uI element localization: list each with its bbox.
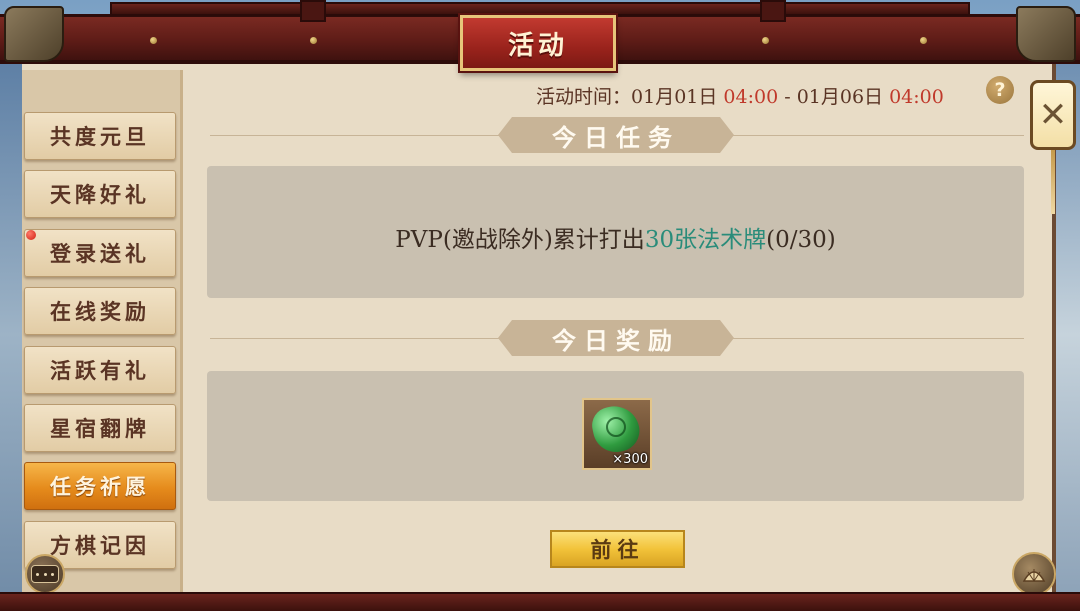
sidebar-item-label: 星宿翻牌 <box>50 416 150 441</box>
frame-post <box>760 0 786 22</box>
task-section-header: 今日任务 <box>498 117 734 153</box>
task-progress: (0/30) <box>766 227 836 253</box>
jade-mark <box>606 417 626 437</box>
chat-button[interactable] <box>25 554 65 594</box>
sidebar-item-star-flip[interactable]: 星宿翻牌 <box>24 404 176 452</box>
lantern-tassel <box>1051 150 1055 214</box>
task-header-label: 今日任务 <box>552 122 680 152</box>
sidebar-item-label: 登录送礼 <box>50 241 150 266</box>
bottom-frame <box>0 592 1080 611</box>
sidebar-item-online-reward[interactable]: 在线奖励 <box>24 287 176 335</box>
frame-stud <box>150 37 157 44</box>
end-date: 01月06日 <box>796 86 884 108</box>
go-button[interactable]: 前往 <box>550 530 685 568</box>
chat-icon <box>31 565 59 583</box>
title-plaque: 活动 <box>460 15 616 71</box>
sidebar-item-gift-drop[interactable]: 天降好礼 <box>24 170 176 218</box>
sidebar-item-label: 天降好礼 <box>50 182 150 207</box>
frame-post <box>300 0 326 22</box>
go-button-label: 前往 <box>590 537 645 562</box>
sidebar-item-label: 任务祈愿 <box>50 474 150 499</box>
page-title: 活动 <box>507 30 568 61</box>
task-text-prefix: PVP(邀战除外)累计打出 <box>395 227 645 253</box>
task-text-highlight: 30张法术牌 <box>644 227 767 253</box>
fan-icon <box>1022 569 1046 582</box>
sidebar-item-label: 在线奖励 <box>50 299 150 324</box>
task-description: PVP(邀战除外)累计打出30张法术牌(0/30) <box>207 220 1024 254</box>
notification-dot <box>26 230 36 240</box>
frame-stud <box>310 37 317 44</box>
time-separator: - <box>778 86 797 108</box>
sidebar-item-new-year[interactable]: 共度元旦 <box>24 112 176 160</box>
reward-header-label: 今日奖励 <box>552 325 680 355</box>
top-rail <box>110 2 970 16</box>
frame-corner-left <box>4 6 64 62</box>
reward-item[interactable]: ×300 <box>582 398 652 470</box>
sidebar-item-label: 活跃有礼 <box>50 358 150 383</box>
frame-stud <box>920 37 927 44</box>
close-icon: ✕ <box>1038 95 1068 135</box>
start-date: 01月01日 <box>631 86 718 108</box>
activity-time: 活动时间：01月01日 04:00 - 01月06日 04:00 <box>536 82 944 108</box>
frame-stud <box>762 37 769 44</box>
close-button[interactable]: ✕ <box>1030 80 1076 150</box>
sidebar-item-login-gift[interactable]: 登录送礼 <box>24 229 176 277</box>
help-button[interactable]: ? <box>986 76 1014 104</box>
question-icon: ? <box>994 79 1006 101</box>
time-label: 活动时间： <box>536 86 632 108</box>
menu-button[interactable] <box>1012 552 1056 596</box>
end-time: 04:00 <box>889 86 944 108</box>
sidebar-item-label: 方棋记因 <box>50 533 150 558</box>
frame-corner-right <box>1016 6 1076 62</box>
reward-section-header: 今日奖励 <box>498 320 734 356</box>
sidebar-item-activity-gift[interactable]: 活跃有礼 <box>24 346 176 394</box>
reward-quantity: ×300 <box>612 452 648 467</box>
start-time: 04:00 <box>723 86 779 108</box>
sidebar: 共度元旦 天降好礼 登录送礼 在线奖励 活跃有礼 星宿翻牌 任务祈愿 方棋记因 <box>22 70 183 592</box>
sidebar-item-label: 共度元旦 <box>50 124 150 149</box>
sidebar-item-task-wish[interactable]: 任务祈愿 <box>24 462 176 510</box>
